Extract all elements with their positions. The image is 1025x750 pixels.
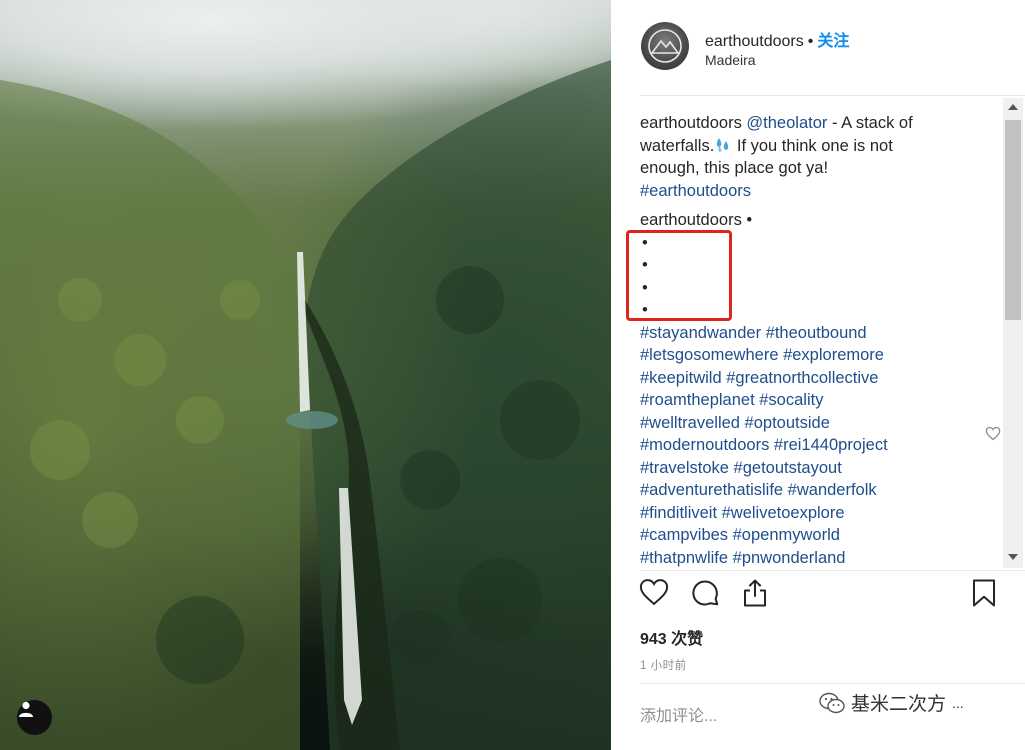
like-button[interactable]	[639, 578, 669, 611]
follow-button[interactable]: 关注	[817, 33, 849, 50]
comment-separator: •	[746, 211, 753, 229]
heart-icon	[639, 579, 669, 606]
caption-comment: earthoutdoors @theolator - A stack of wa…	[640, 112, 950, 202]
caption-mention[interactable]: @theolator	[746, 114, 827, 132]
wechat-icon	[819, 692, 845, 713]
user-icon	[19, 701, 33, 717]
hashtag-line[interactable]: #adventurethatislife #wanderfolk	[640, 479, 970, 502]
comment-header: earthoutdoors •	[640, 209, 970, 232]
hashtag-line[interactable]: #finditliveit #welivetoexplore	[640, 502, 970, 525]
more-options[interactable]: ...	[952, 695, 964, 711]
post-timestamp: 1 小时前	[640, 660, 687, 672]
share-button[interactable]	[740, 578, 770, 613]
bookmark-icon	[973, 579, 995, 607]
caption-hashtag[interactable]: #earthoutdoors	[640, 180, 950, 203]
post-photo	[0, 0, 611, 750]
location-link[interactable]: Madeira	[705, 52, 756, 68]
header-divider	[640, 95, 1025, 96]
comment-bubble-icon	[692, 580, 719, 606]
caption-username[interactable]: earthoutdoors	[640, 114, 742, 132]
input-divider	[640, 683, 1025, 684]
comment-like-button[interactable]	[985, 426, 1001, 446]
likes-count[interactable]: 943 次赞	[640, 625, 703, 649]
arrow-up-icon	[1008, 104, 1018, 110]
hashtag-line[interactable]: #campvibes #openmyworld	[640, 524, 970, 547]
profile-tag-button[interactable]	[17, 700, 52, 735]
scroll-thumb[interactable]	[1005, 120, 1021, 320]
watermark-text: 基米二次方	[851, 694, 947, 715]
hashtag-line[interactable]: #thatpnwlife #pnwonderland	[640, 547, 970, 570]
hashtag-list: #stayandwander #theoutbound #letsgosomew…	[640, 322, 970, 570]
scroll-up-button[interactable]	[1003, 98, 1023, 116]
hashtag-line[interactable]: #welltravelled #optoutside	[640, 412, 970, 435]
save-button[interactable]	[971, 578, 997, 613]
hashtag-line[interactable]: #modernoutdoors #rei1440project	[640, 434, 970, 457]
hashtag-line[interactable]: #letsgosomewhere #exploremore	[640, 344, 970, 367]
hashtag-line[interactable]: #keepitwild #greatnorthcollective	[640, 367, 970, 390]
hashtag-line[interactable]: #stayandwander #theoutbound	[640, 322, 970, 345]
header-username[interactable]: earthoutdoors	[705, 33, 804, 50]
comment-username[interactable]: earthoutdoors	[640, 211, 742, 229]
header-separator: •	[807, 33, 814, 50]
avatar[interactable]	[641, 22, 689, 70]
water-drops-icon	[717, 137, 729, 152]
header-username-row: earthoutdoors • 关注	[705, 27, 849, 51]
hashtag-line[interactable]: #roamtheplanet #socality	[640, 389, 970, 412]
share-icon	[744, 579, 766, 607]
post-details-panel: earthoutdoors • 关注 Madeira earthoutdoors @…	[611, 0, 1025, 750]
hashtag-line[interactable]: #travelstoke #getoutstayout	[640, 457, 970, 480]
highlight-box	[626, 230, 732, 321]
waterfall-scene	[0, 60, 611, 750]
arrow-down-icon	[1008, 554, 1018, 560]
comments-scrollbar[interactable]	[1003, 98, 1023, 568]
comment-button[interactable]	[690, 578, 720, 613]
post-actions	[611, 578, 1025, 622]
actions-divider	[640, 570, 1025, 571]
comments-list: earthoutdoors @theolator - A stack of wa…	[640, 100, 1015, 570]
watermark: 基米二次方 ...	[819, 689, 964, 716]
mountain-logo-icon	[648, 29, 682, 63]
heart-icon	[985, 426, 1001, 441]
post-header: earthoutdoors • 关注 Madeira	[611, 0, 1025, 95]
scroll-down-button[interactable]	[1003, 548, 1023, 566]
